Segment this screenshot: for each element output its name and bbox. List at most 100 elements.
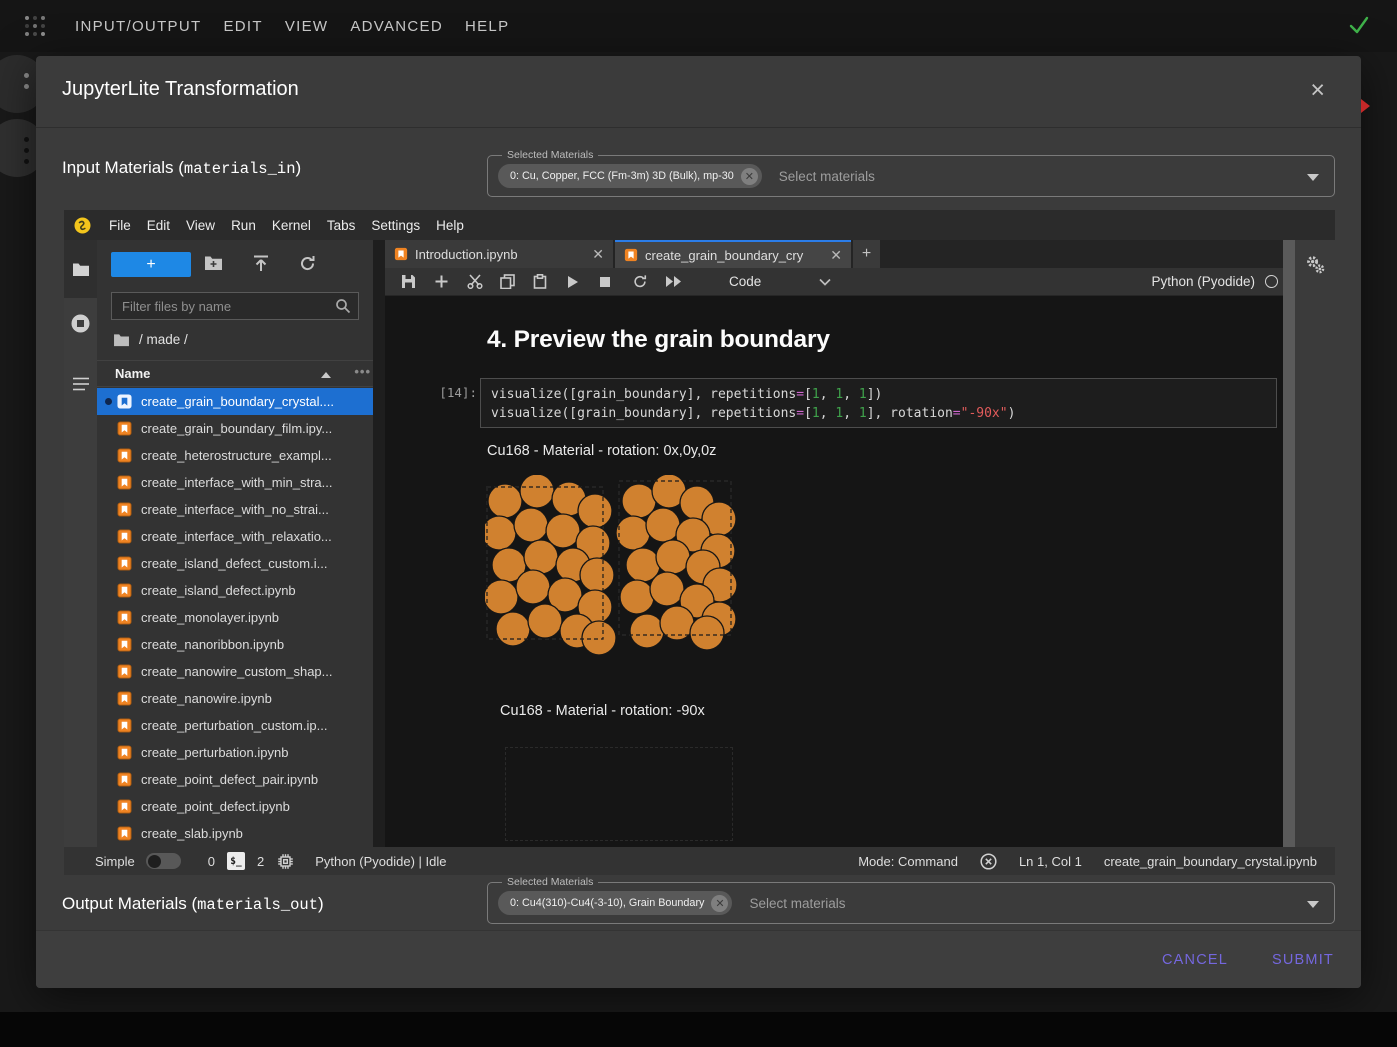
file-row[interactable]: create_monolayer.ipynb xyxy=(97,604,373,631)
restart-kernel-button[interactable] xyxy=(632,274,665,289)
dialog-title: JupyterLite Transformation xyxy=(62,78,299,101)
close-icon[interactable]: ✕ xyxy=(830,247,842,264)
file-row[interactable]: create_point_defect.ipynb xyxy=(97,793,373,820)
breadcrumb[interactable]: / made / xyxy=(113,332,188,347)
file-row[interactable]: create_grain_boundary_film.ipy... xyxy=(97,415,373,442)
topbar-menu-item[interactable]: HELP xyxy=(465,18,509,35)
file-row[interactable]: create_island_defect_custom.i... xyxy=(97,550,373,577)
chip-remove-icon[interactable]: ✕ xyxy=(711,895,728,912)
sidebar-tab-running[interactable] xyxy=(64,314,97,333)
simple-mode-toggle[interactable] xyxy=(146,853,181,869)
upload-icon[interactable] xyxy=(253,255,269,272)
jupyterlab-menu-item[interactable]: View xyxy=(178,218,223,233)
sidebar-tab-toc[interactable] xyxy=(64,376,97,392)
file-row[interactable]: create_nanoribbon.ipynb xyxy=(97,631,373,658)
file-row[interactable]: create_nanowire_custom_shap... xyxy=(97,658,373,685)
new-folder-icon[interactable] xyxy=(204,255,223,271)
dropdown-arrow-icon[interactable] xyxy=(1307,901,1319,908)
run-cell-button[interactable] xyxy=(566,275,599,289)
chevron-down-icon[interactable] xyxy=(819,278,831,286)
copy-cells-button[interactable] xyxy=(500,274,533,289)
material-visualization[interactable] xyxy=(485,475,737,667)
jupyterlab-menu-item[interactable]: Tabs xyxy=(319,218,364,233)
folder-icon xyxy=(113,333,130,347)
file-row[interactable]: create_grain_boundary_crystal.... xyxy=(97,388,373,415)
material-chip[interactable]: 0: Cu, Copper, FCC (Fm-3m) 3D (Bulk), mp… xyxy=(498,164,762,188)
add-cell-button[interactable] xyxy=(434,274,467,289)
input-materials-label: Input Materials (materials_in) xyxy=(62,158,301,178)
file-name: create_perturbation_custom.ip... xyxy=(141,718,327,733)
jupyterlab-menu-item[interactable]: Help xyxy=(428,218,472,233)
editor-mode[interactable]: Mode: Command xyxy=(858,854,958,869)
terminal-icon[interactable]: $_ xyxy=(227,852,245,870)
topbar-menu-item[interactable]: INPUT/OUTPUT xyxy=(75,18,201,35)
cut-cells-button[interactable] xyxy=(467,274,500,289)
close-icon[interactable]: × xyxy=(1310,78,1325,103)
submit-button[interactable]: SUBMIT xyxy=(1272,952,1334,968)
sidebar-tab-files[interactable] xyxy=(64,240,97,298)
settings-gears-icon[interactable] xyxy=(1304,254,1327,277)
file-row[interactable]: create_interface_with_relaxatio... xyxy=(97,523,373,550)
kernels-count[interactable]: 2 xyxy=(257,854,264,869)
topbar-menu-item[interactable]: ADVANCED xyxy=(350,18,443,35)
notebook-content[interactable]: 4. Preview the grain boundary [14]: visu… xyxy=(385,296,1283,847)
jupyterlab-menu-item[interactable]: Kernel xyxy=(264,218,319,233)
jupyterlab-menu-item[interactable]: File xyxy=(101,218,139,233)
file-row[interactable]: create_island_defect.ipynb xyxy=(97,577,373,604)
cell-prompt: [14]: xyxy=(421,385,477,400)
file-row[interactable]: create_slab.ipynb xyxy=(97,820,373,847)
file-row[interactable]: create_perturbation.ipynb xyxy=(97,739,373,766)
topbar-menu-item[interactable]: VIEW xyxy=(285,18,329,35)
dots-icon xyxy=(24,73,29,95)
jupyterlab-menu-item[interactable]: Run xyxy=(223,218,264,233)
refresh-icon[interactable] xyxy=(299,255,316,272)
trust-shield-icon[interactable] xyxy=(980,853,997,870)
file-name: create_grain_boundary_film.ipy... xyxy=(141,421,332,436)
app-logo-dots-icon[interactable] xyxy=(22,13,48,39)
cancel-button[interactable]: CANCEL xyxy=(1162,952,1228,968)
input-materials-select[interactable]: Selected Materials 0: Cu, Copper, FCC (F… xyxy=(487,155,1335,197)
file-row[interactable]: create_nanowire.ipynb xyxy=(97,685,373,712)
dropdown-arrow-icon[interactable] xyxy=(1307,174,1319,181)
file-row[interactable]: create_interface_with_min_stra... xyxy=(97,469,373,496)
filter-files-input[interactable] xyxy=(111,292,359,320)
notebook-tab[interactable]: Introduction.ipynb ✕ xyxy=(385,240,613,268)
chip-remove-icon[interactable]: ✕ xyxy=(741,168,758,185)
material-chip[interactable]: 0: Cu4(310)-Cu4(-3-10), Grain Boundary ✕ xyxy=(498,891,732,915)
restart-run-all-button[interactable] xyxy=(665,275,698,288)
file-row[interactable]: create_perturbation_custom.ip... xyxy=(97,712,373,739)
new-tab-button[interactable]: + xyxy=(853,240,880,268)
file-row[interactable]: create_interface_with_no_strai... xyxy=(97,496,373,523)
notebook-file-icon xyxy=(117,772,132,787)
save-button[interactable] xyxy=(401,274,434,289)
simple-mode-label: Simple xyxy=(95,854,135,869)
cursor-position[interactable]: Ln 1, Col 1 xyxy=(1019,854,1082,869)
notebook-heading: 4. Preview the grain boundary xyxy=(487,326,830,354)
code-cell[interactable]: visualize([grain_boundary], repetitions=… xyxy=(480,378,1277,428)
file-list-header[interactable]: Name ••• xyxy=(97,360,373,387)
terminals-count[interactable]: 0 xyxy=(208,854,215,869)
select-placeholder: Select materials xyxy=(749,896,845,911)
paste-cells-button[interactable] xyxy=(533,274,566,289)
file-row[interactable]: create_heterostructure_exampl... xyxy=(97,442,373,469)
notebook-file-icon xyxy=(117,745,132,760)
new-launcher-button[interactable]: + xyxy=(111,252,191,277)
cell-type-select[interactable]: Code xyxy=(729,274,761,289)
scrollbar[interactable] xyxy=(1283,240,1295,847)
notebook-toolbar: Code Python (Pyodide) xyxy=(385,268,1283,296)
jupyterlab-menu-item[interactable]: Settings xyxy=(363,218,428,233)
topbar-menu-item[interactable]: EDIT xyxy=(223,18,262,35)
close-icon[interactable]: ✕ xyxy=(592,246,604,263)
output-materials-select[interactable]: Selected Materials 0: Cu4(310)-Cu4(-3-10… xyxy=(487,882,1335,924)
panel-splitter[interactable] xyxy=(373,240,385,847)
kernel-status-text[interactable]: Python (Pyodide) | Idle xyxy=(315,854,446,869)
file-list: create_grain_boundary_crystal.... create… xyxy=(97,388,373,847)
kernel-chip-icon[interactable] xyxy=(277,853,294,870)
folder-icon xyxy=(72,262,90,277)
notebook-tab[interactable]: create_grain_boundary_cry ✕ xyxy=(615,240,851,268)
kernel-indicator[interactable]: Python (Pyodide) xyxy=(1151,274,1283,289)
file-row[interactable]: create_point_defect_pair.ipynb xyxy=(97,766,373,793)
interrupt-kernel-button[interactable] xyxy=(599,276,632,288)
file-name: create_nanowire.ipynb xyxy=(141,691,272,706)
jupyterlab-menu-item[interactable]: Edit xyxy=(139,218,178,233)
